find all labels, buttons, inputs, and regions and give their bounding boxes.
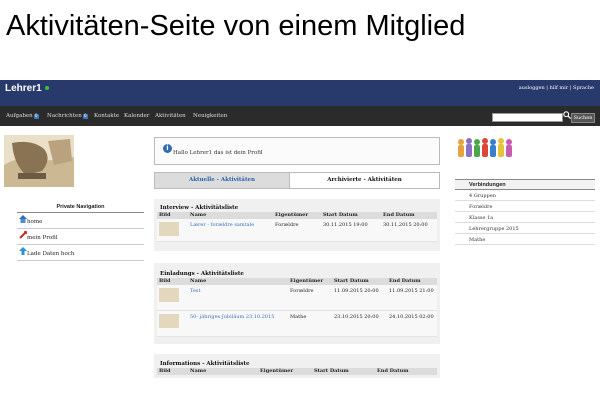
tab-current-activities[interactable]: Aktuelle - Aktivitäten [155, 173, 289, 188]
column-header: Name [190, 368, 207, 374]
sidebar-item-profil[interactable]: mein Profil [17, 229, 144, 245]
top-header-bar: Lehrer1 ausloggen | hilf mir | Sprache [0, 80, 600, 100]
interview-table: Bild Name Eigentümer Start Datum End Dat… [157, 212, 437, 242]
private-navigation-title: Private Navigation [17, 204, 144, 213]
owner-cell: Mathe [290, 314, 307, 320]
column-header: Name [190, 278, 207, 284]
section-title: Informations - Aktivitätsliste [160, 361, 250, 367]
activity-thumbnail [159, 288, 179, 302]
column-header: Eigentümer [290, 278, 324, 284]
nav-item-aufgaben[interactable]: Aufgaben 0 [6, 113, 39, 119]
section-title: Einladungs - Aktivitätsliste [160, 271, 244, 277]
invitation-section: Einladungs - Aktivitätsliste Bild Name E… [154, 263, 440, 344]
table-header: Bild Name Eigentümer Start Datum End Dat… [157, 278, 437, 285]
end-date-cell: 11.09.2015 21:00 [389, 288, 434, 294]
activity-link[interactable]: Test [190, 288, 200, 294]
table-header: Bild Name Eigentümer Start Datum End Dat… [157, 212, 437, 219]
column-header: End Datum [389, 278, 421, 284]
group-people-icon [458, 138, 512, 157]
activity-link[interactable]: 50- jähriges Jubiläum 23.10.2015 [190, 314, 274, 320]
activity-thumbnail [159, 222, 179, 236]
informations-table: Bild Name Eigentümer Start Datum End Dat… [157, 368, 437, 375]
tab-archived-activities[interactable]: Archivierte - Aktivitäten [289, 173, 439, 188]
activity-tabs: Aktuelle - Aktivitäten Archivierte - Akt… [154, 172, 440, 189]
search-button[interactable]: Suchen [571, 113, 595, 123]
brand-label: Lehrer1 [5, 83, 42, 94]
start-date-cell: 11.09.2015 20:00 [334, 288, 379, 294]
nav-item-nachrichten[interactable]: Nachrichten 0 [47, 113, 88, 119]
informations-section: Informations - Aktivitätsliste Bild Name… [154, 354, 440, 378]
online-status-icon [44, 86, 49, 91]
sidebar-item-label: home [27, 219, 43, 225]
table-header: Bild Name Eigentümer Start Datum End Dat… [157, 368, 437, 375]
column-header: Bild [159, 212, 171, 218]
column-header: Start Datum [314, 368, 349, 374]
end-date-cell: 24.10.2015 02:00 [389, 314, 434, 320]
page-title: Aktivitäten-Seite von einem Mitglied [6, 10, 466, 42]
avatar-picture [4, 135, 74, 187]
sidebar-item-label: mein Profil [27, 235, 58, 241]
column-header: End Datum [377, 368, 409, 374]
connections-item[interactable]: Forældre [455, 201, 595, 212]
brand-user[interactable]: Lehrer1 [5, 83, 49, 94]
connections-item[interactable]: Klasse 1a [455, 212, 595, 223]
column-header: Eigentümer [260, 368, 294, 374]
nav-item-aktivitaeten[interactable]: Aktivitäten [155, 113, 186, 119]
end-date-cell: 30.11.2015 20:00 [383, 222, 428, 228]
nav-item-kalender[interactable]: Kalender [124, 113, 149, 119]
nav-item-kontakte[interactable]: Kontakte [94, 113, 119, 119]
connections-panel: Verbindungen 4 Gruppen Forældre Klasse 1… [455, 179, 595, 245]
start-date-cell: 23.10.2015 20:00 [334, 314, 379, 320]
column-header: End Datum [383, 212, 415, 218]
avatar [4, 135, 74, 187]
table-row: 50- jähriges Jubiläum 23.10.2015 Mathe 2… [157, 311, 437, 337]
table-row: Test Forældre 11.09.2015 20:00 11.09.201… [157, 285, 437, 311]
sidebar-item-home[interactable]: home [17, 213, 144, 229]
table-row: Lærer - forældre samtale Forældre 30.11.… [157, 219, 437, 242]
activity-thumbnail [159, 314, 179, 328]
column-header: Name [190, 212, 207, 218]
connections-item[interactable]: Mathe [455, 234, 595, 245]
nav-item-neuigkeiten[interactable]: Neuigkeiten [193, 113, 227, 119]
connections-item[interactable]: Lehrergruppe 2015 [455, 223, 595, 234]
info-icon: i [163, 144, 172, 153]
column-header: Bild [159, 278, 171, 284]
private-navigation: Private Navigation home mein Profil Lade… [17, 204, 144, 261]
sidebar-item-upload[interactable]: Lade Daten hoch [17, 245, 144, 261]
top-links[interactable]: ausloggen | hilf mir | Sprache [519, 85, 594, 91]
badge-count: 0 [33, 114, 39, 119]
search-input[interactable] [492, 113, 563, 122]
activity-link[interactable]: Lærer - forældre samtale [190, 222, 254, 228]
owner-cell: Forældre [275, 222, 299, 228]
connections-item[interactable]: 4 Gruppen [455, 190, 595, 201]
welcome-text: Hallo Lehrer1 das ist dein Profil [173, 150, 263, 156]
search-icon[interactable] [563, 111, 571, 119]
nav-label: Nachrichten [47, 113, 82, 119]
column-header: Start Datum [323, 212, 358, 218]
interview-section: Interview - Aktivitätsliste Bild Name Ei… [154, 199, 440, 251]
owner-cell: Forældre [290, 288, 314, 294]
badge-count: 0 [82, 114, 88, 119]
column-header: Start Datum [334, 278, 369, 284]
welcome-box: i Hallo Lehrer1 das ist dein Profil [154, 137, 440, 165]
sidebar-item-label: Lade Daten hoch [27, 251, 75, 257]
start-date-cell: 30.11.2015 19:00 [323, 222, 368, 228]
invitation-table: Bild Name Eigentümer Start Datum End Dat… [157, 278, 437, 337]
section-title: Interview - Aktivitätsliste [160, 205, 239, 211]
nav-label: Aufgaben [6, 113, 33, 119]
connections-title: Verbindungen [455, 179, 595, 190]
column-header: Eigentümer [275, 212, 309, 218]
column-header: Bild [159, 368, 171, 374]
